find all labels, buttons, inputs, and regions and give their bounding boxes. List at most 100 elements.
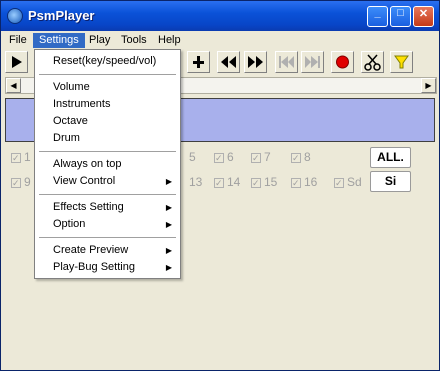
checkbox-icon <box>11 176 21 190</box>
menu-always-on-top[interactable]: Always on top <box>35 156 180 173</box>
record-button[interactable] <box>331 51 354 73</box>
rewind-button[interactable] <box>217 51 240 73</box>
channel-14-checkbox[interactable]: 14 <box>214 175 241 190</box>
menu-item-label: Option <box>53 218 86 230</box>
menu-settings[interactable]: Settings <box>33 33 85 48</box>
channel-label: 8 <box>304 150 311 164</box>
skip-back-icon <box>279 56 294 68</box>
filter-button[interactable] <box>390 51 413 73</box>
fast-forward-button[interactable] <box>244 51 267 73</box>
right-arrow-icon: ▶ <box>425 81 432 90</box>
submenu-arrow-icon: ▶ <box>165 246 172 255</box>
channel-1-checkbox[interactable]: 1 <box>11 150 31 165</box>
record-icon <box>336 55 349 69</box>
channel-label: 16 <box>304 175 318 189</box>
checkbox-icon <box>11 151 21 165</box>
channel-label: 13 <box>189 175 203 189</box>
menu-volume[interactable]: Volume <box>35 79 180 96</box>
menu-reset[interactable]: Reset(key/speed/vol) <box>35 53 180 70</box>
minimize-button[interactable]: _ <box>367 6 388 27</box>
menu-item-label: Create Preview <box>53 244 129 256</box>
submenu-arrow-icon: ▶ <box>165 203 172 212</box>
channel-label: 6 <box>227 150 234 164</box>
menu-octave[interactable]: Octave <box>35 113 180 130</box>
menu-item-label: Volume <box>53 81 90 93</box>
channel-label: 1 <box>24 150 31 164</box>
maximize-button[interactable]: □ <box>390 6 411 27</box>
checkbox-icon <box>214 151 224 165</box>
menu-view-control[interactable]: View Control ▶ <box>35 173 180 190</box>
submenu-arrow-icon: ▶ <box>165 220 172 229</box>
checkbox-icon <box>214 176 224 190</box>
checkbox-icon <box>291 151 301 165</box>
menu-help[interactable]: Help <box>152 33 187 48</box>
checkbox-icon <box>291 176 301 190</box>
menu-play[interactable]: Play <box>83 33 116 48</box>
rewind-icon <box>221 56 236 68</box>
menu-drum[interactable]: Drum <box>35 130 180 147</box>
channel-15-checkbox[interactable]: 15 <box>251 175 278 190</box>
window-title: PsmPlayer <box>28 8 95 23</box>
channel-sd-checkbox[interactable]: Sd <box>334 175 362 190</box>
all-channels-button[interactable]: ALL. <box>370 147 411 168</box>
scissors-icon <box>364 54 381 71</box>
skip-forward-icon <box>305 56 320 68</box>
channel-7-checkbox[interactable]: 7 <box>251 150 271 165</box>
menu-separator <box>39 151 176 152</box>
channel-8-checkbox[interactable]: 8 <box>291 150 311 165</box>
channel-label: 14 <box>227 175 241 189</box>
app-window: PsmPlayer _ □ ✕ File Settings Play Tools… <box>0 0 440 371</box>
cut-button[interactable] <box>361 51 384 73</box>
channel-5-checkbox[interactable]: 5 <box>189 150 196 164</box>
channel-label: Sd <box>347 175 362 189</box>
menu-item-label: Effects Setting <box>53 201 124 213</box>
scroll-right-button[interactable]: ▶ <box>421 78 436 93</box>
menu-play-bug-setting[interactable]: Play-Bug Setting ▶ <box>35 259 180 276</box>
checkbox-icon <box>251 176 261 190</box>
channel-9-checkbox[interactable]: 9 <box>11 175 31 190</box>
checkbox-icon <box>251 151 261 165</box>
menu-separator <box>39 74 176 75</box>
minimize-icon: _ <box>374 7 381 19</box>
channel-6-checkbox[interactable]: 6 <box>214 150 234 165</box>
settings-menu: Reset(key/speed/vol) Volume Instruments … <box>34 49 181 279</box>
menu-create-preview[interactable]: Create Preview ▶ <box>35 242 180 259</box>
funnel-icon <box>394 55 409 69</box>
menu-item-label: Octave <box>53 115 88 127</box>
fast-forward-icon <box>248 56 263 68</box>
menu-item-label: Drum <box>53 132 80 144</box>
play-button[interactable] <box>5 51 28 73</box>
close-button[interactable]: ✕ <box>413 6 434 27</box>
menu-effects-setting[interactable]: Effects Setting ▶ <box>35 199 180 216</box>
menu-item-label: Always on top <box>53 158 122 170</box>
channel-label: 7 <box>264 150 271 164</box>
left-arrow-icon: ◀ <box>10 81 17 90</box>
submenu-arrow-icon: ▶ <box>165 263 172 272</box>
close-icon: ✕ <box>418 8 429 20</box>
si-button[interactable]: Si <box>370 171 411 192</box>
submenu-arrow-icon: ▶ <box>165 177 172 186</box>
channel-label: 5 <box>189 150 196 164</box>
next-button[interactable] <box>301 51 324 73</box>
menu-file[interactable]: File <box>3 33 33 48</box>
channel-16-checkbox[interactable]: 16 <box>291 175 318 190</box>
checkbox-icon <box>334 176 344 190</box>
channel-label: 9 <box>24 175 31 189</box>
menu-instruments[interactable]: Instruments <box>35 96 180 113</box>
scroll-left-button[interactable]: ◀ <box>6 78 21 93</box>
maximize-icon: □ <box>397 7 404 19</box>
menu-tools[interactable]: Tools <box>115 33 153 48</box>
menu-option[interactable]: Option ▶ <box>35 216 180 233</box>
menu-separator <box>39 194 176 195</box>
menu-bar: File Settings Play Tools Help <box>1 31 439 49</box>
play-icon <box>12 56 22 68</box>
channel-13-checkbox[interactable]: 13 <box>189 175 202 189</box>
plus-icon <box>193 56 204 68</box>
channel-label: 15 <box>264 175 278 189</box>
menu-item-label: View Control <box>53 175 116 187</box>
previous-button[interactable] <box>275 51 298 73</box>
speed-up-button[interactable] <box>187 51 210 73</box>
title-bar[interactable]: PsmPlayer _ □ ✕ <box>1 1 439 31</box>
menu-item-label: Instruments <box>53 98 111 110</box>
app-icon[interactable] <box>7 8 23 24</box>
